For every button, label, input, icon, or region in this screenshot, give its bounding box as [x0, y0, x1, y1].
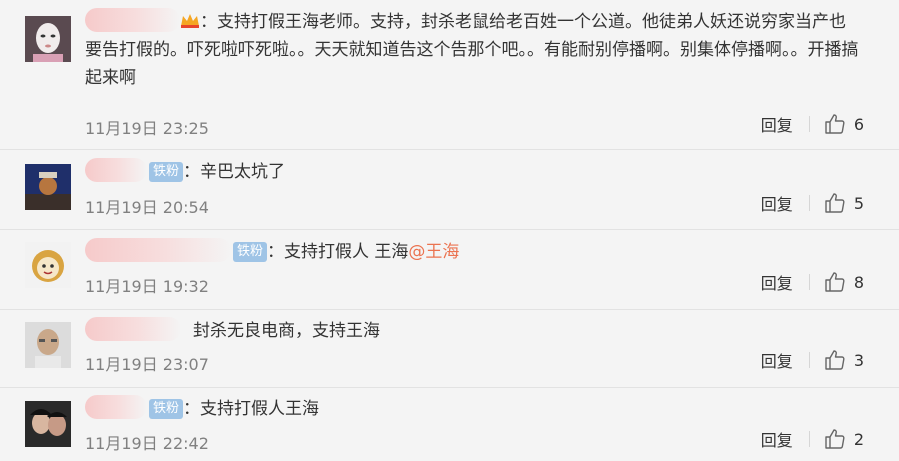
like-count: 3 [853, 350, 864, 370]
comment-body: 铁粉 ：支持打假人 王海@王海 [85, 238, 875, 266]
username-blurred[interactable] [85, 317, 181, 341]
avatar[interactable] [25, 164, 71, 210]
username-blurred[interactable] [85, 395, 147, 419]
comment-body: 铁粉 ：支持打假人王海 [85, 395, 875, 423]
divider [808, 116, 810, 132]
username-blurred[interactable] [85, 8, 180, 32]
comment-item: ：支持打假王海老师。支持，封杀老鼠给老百姓一个公道。他徒弟人妖还说穷家当产也要告… [0, 0, 899, 150]
comment-item: 铁粉 ：支持打假人王海 11月19日 22:42 回复 2 [0, 388, 899, 461]
avatar[interactable] [25, 401, 71, 447]
reply-button[interactable]: 回复 [761, 427, 793, 451]
reply-button[interactable]: 回复 [761, 348, 793, 372]
divider [808, 352, 810, 368]
fan-badge: 铁粉 [149, 162, 184, 182]
divider [808, 274, 810, 290]
comment-text: ：支持打假王海老师。支持，封杀老鼠给老百姓一个公道。他徒弟人妖还说穷家当产也要告… [85, 12, 859, 88]
reply-button[interactable]: 回复 [761, 191, 793, 215]
crown-icon [180, 9, 200, 28]
comment-list: ：支持打假王海老师。支持，封杀老鼠给老百姓一个公道。他徒弟人妖还说穷家当产也要告… [0, 0, 899, 461]
comment-actions: 回复 2 [761, 427, 864, 451]
mention-link[interactable]: @王海 [408, 242, 459, 262]
comment-text: ：支持打假人 王海 [267, 242, 409, 262]
avatar[interactable] [25, 242, 71, 288]
reply-button[interactable]: 回复 [761, 270, 793, 294]
divider [808, 431, 810, 447]
comment-text: ：辛巴太坑了 [183, 162, 286, 182]
thumbs-up-icon[interactable] [824, 271, 846, 293]
comment-actions: 回复 6 [761, 112, 864, 136]
comment-item: 铁粉 ：辛巴太坑了 11月19日 20:54 回复 5 [0, 150, 899, 230]
thumbs-up-icon[interactable] [824, 428, 846, 450]
comment-body: 铁粉 ：辛巴太坑了 [85, 158, 875, 186]
comment-time: 11月19日 23:07 [85, 355, 209, 374]
comment-text: ：支持打假人王海 [183, 399, 320, 419]
avatar[interactable] [25, 16, 71, 62]
thumbs-up-icon[interactable] [824, 349, 846, 371]
username-blurred[interactable] [85, 158, 147, 182]
comment-actions: 回复 3 [761, 348, 864, 372]
comment-time: 11月19日 23:25 [85, 119, 209, 138]
thumbs-up-icon[interactable] [824, 113, 846, 135]
divider [808, 195, 810, 211]
like-count: 5 [853, 193, 864, 213]
like-count: 6 [853, 114, 864, 134]
comment-time: 11月19日 22:42 [85, 434, 209, 453]
comment-time: 11月19日 20:54 [85, 198, 209, 217]
comment-actions: 回复 5 [761, 191, 864, 215]
fan-badge: 铁粉 [149, 399, 184, 419]
username-blurred[interactable] [85, 238, 231, 262]
comment-item: 封杀无良电商，支持王海 11月19日 23:07 回复 3 [0, 310, 899, 388]
thumbs-up-icon[interactable] [824, 192, 846, 214]
avatar[interactable] [25, 322, 71, 368]
comment-actions: 回复 8 [761, 270, 864, 294]
comment-item: 铁粉 ：支持打假人 王海@王海 11月19日 19:32 回复 8 [0, 230, 899, 310]
reply-button[interactable]: 回复 [761, 112, 793, 136]
like-count: 2 [853, 429, 864, 449]
fan-badge: 铁粉 [233, 242, 268, 262]
comment-body: 封杀无良电商，支持王海 [85, 317, 875, 345]
comment-text: 封杀无良电商，支持王海 [193, 321, 380, 341]
comment-time: 11月19日 19:32 [85, 277, 209, 296]
like-count: 8 [853, 272, 864, 292]
comment-body: ：支持打假王海老师。支持，封杀老鼠给老百姓一个公道。他徒弟人妖还说穷家当产也要告… [85, 8, 860, 92]
